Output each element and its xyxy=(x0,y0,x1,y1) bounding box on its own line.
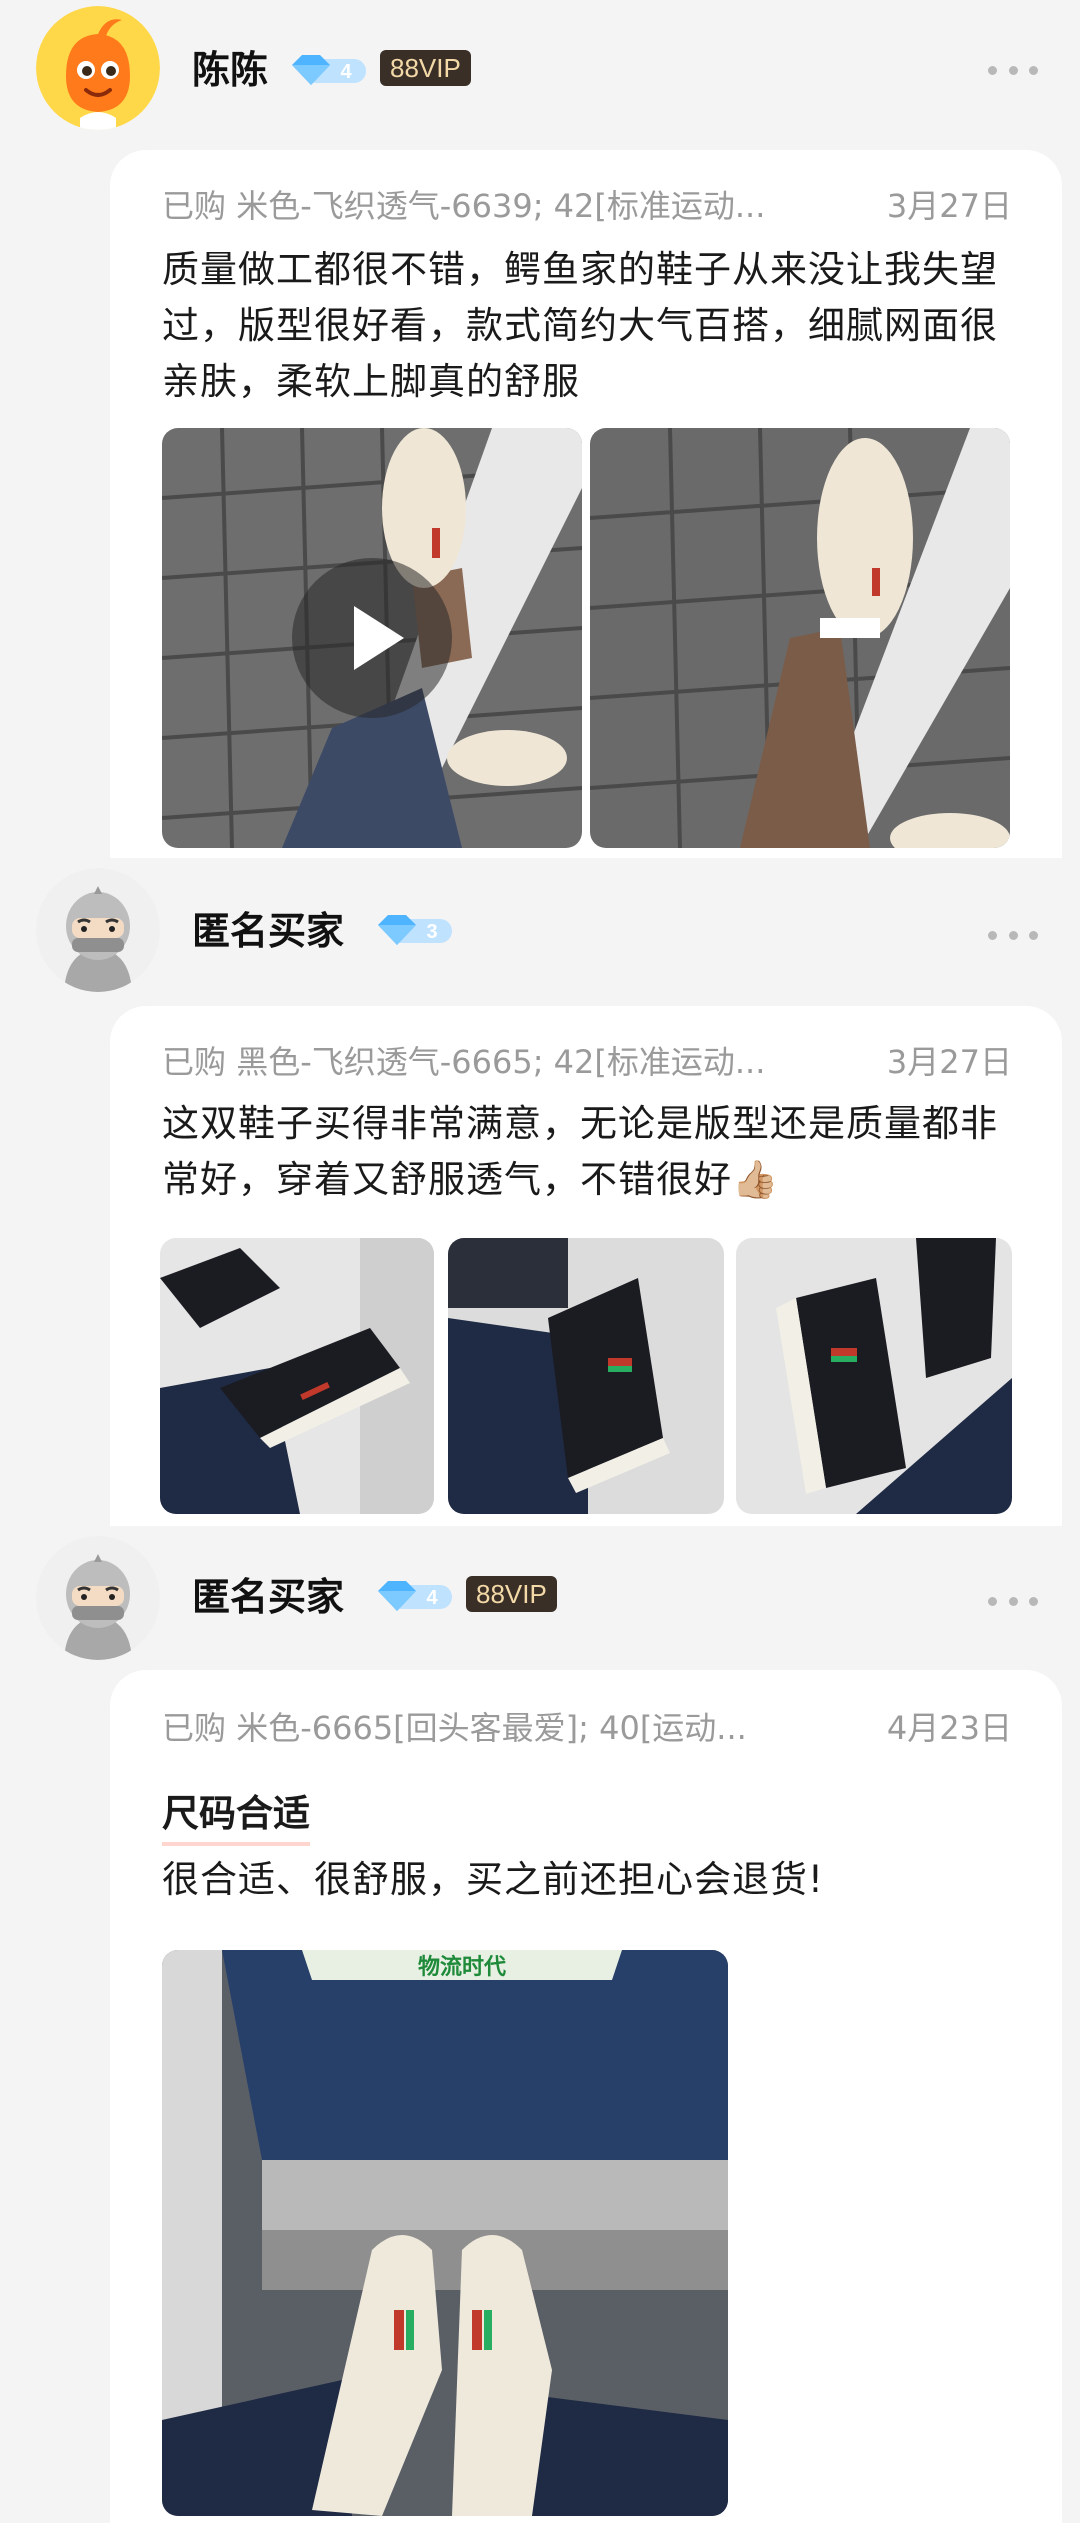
review-card: 已购 黑色-飞织透气-6665; 42[标准运动... 3月27日 这双鞋子买得… xyxy=(110,1006,1062,1526)
sku-text: 米色-6665[回头客最爱]; 40[运动... xyxy=(236,1709,747,1747)
vip-badge: 88VIP xyxy=(380,50,471,86)
review-date: 3月27日 xyxy=(886,1043,1012,1081)
level-badge: 3 xyxy=(376,913,456,947)
level-badge: 4 xyxy=(290,53,370,87)
review-photo[interactable] xyxy=(160,1238,434,1514)
review-card: 已购 米色-6665[回头客最爱]; 40[运动... 4月23日 尺码合适 很… xyxy=(110,1670,1062,2523)
avatar[interactable] xyxy=(36,1536,160,1660)
purchase-info: 已购 黑色-飞织透气-6665; 42[标准运动... 3月27日 xyxy=(162,1040,1012,1084)
review-text: 很合适、很舒服，买之前还担心会退货! xyxy=(162,1858,824,1901)
username: 匿名买家 xyxy=(192,909,345,953)
play-icon[interactable] xyxy=(292,558,452,718)
review-item: 陈陈 4 88VIP 已购 米色-飞织透气-6639; 42[标准运动... 3… xyxy=(0,0,1080,858)
review-header: 陈陈 4 88VIP xyxy=(0,0,1080,150)
review-photo[interactable] xyxy=(736,1238,1012,1514)
banner-text: 物流时代 xyxy=(418,1954,506,1980)
username: 陈陈 xyxy=(192,48,269,92)
review-text: 这双鞋子买得非常满意，无论是版型还是质量都非常好，穿着又舒服透气，不错很好👍🏼 xyxy=(162,1102,998,1201)
review-text: 质量做工都很不错，鳄鱼家的鞋子从来没让我失望过，版型很好看，款式简约大气百搭，细… xyxy=(162,248,998,403)
purchase-label: 已购 xyxy=(162,1709,227,1747)
more-icon[interactable] xyxy=(988,60,1038,80)
review-header: 匿名买家 3 xyxy=(0,858,1080,1008)
review-card: 已购 米色-飞织透气-6639; 42[标准运动... 3月27日 质量做工都很… xyxy=(110,150,1062,858)
review-date: 4月23日 xyxy=(886,1709,1012,1747)
more-icon[interactable] xyxy=(988,1591,1038,1611)
level-badge: 4 xyxy=(376,1579,456,1613)
avatar[interactable] xyxy=(36,6,160,130)
review-photo[interactable] xyxy=(590,428,1010,848)
review-photo[interactable] xyxy=(448,1238,724,1514)
level-number: 4 xyxy=(340,61,352,83)
purchase-label: 已购 xyxy=(162,187,227,225)
level-number: 4 xyxy=(426,1587,438,1609)
purchase-info: 已购 米色-飞织透气-6639; 42[标准运动... 3月27日 xyxy=(162,184,1012,228)
review-item: 匿名买家 4 88VIP 已购 米色-6665[回头客最爱]; 40[运动...… xyxy=(0,1526,1080,2523)
review-item: 匿名买家 3 已购 黑色-飞织透气-6665; 42[标准运动... 3月27日… xyxy=(0,858,1080,1526)
more-icon[interactable] xyxy=(988,925,1038,945)
review-date: 3月27日 xyxy=(886,187,1012,225)
level-number: 3 xyxy=(426,921,437,943)
review-tag-title: 尺码合适 xyxy=(162,1786,310,1846)
sku-text: 黑色-飞织透气-6665; 42[标准运动... xyxy=(236,1043,766,1081)
vip-badge: 88VIP xyxy=(466,1576,557,1612)
sku-text: 米色-飞织透气-6639; 42[标准运动... xyxy=(236,187,766,225)
avatar[interactable] xyxy=(36,868,160,992)
review-photo[interactable]: 物流时代 xyxy=(162,1950,728,2516)
review-header: 匿名买家 4 88VIP xyxy=(0,1526,1080,1676)
purchase-info: 已购 米色-6665[回头客最爱]; 40[运动... 4月23日 xyxy=(162,1706,1012,1750)
username: 匿名买家 xyxy=(192,1575,345,1619)
purchase-label: 已购 xyxy=(162,1043,227,1081)
review-video-thumbnail[interactable] xyxy=(162,428,582,848)
